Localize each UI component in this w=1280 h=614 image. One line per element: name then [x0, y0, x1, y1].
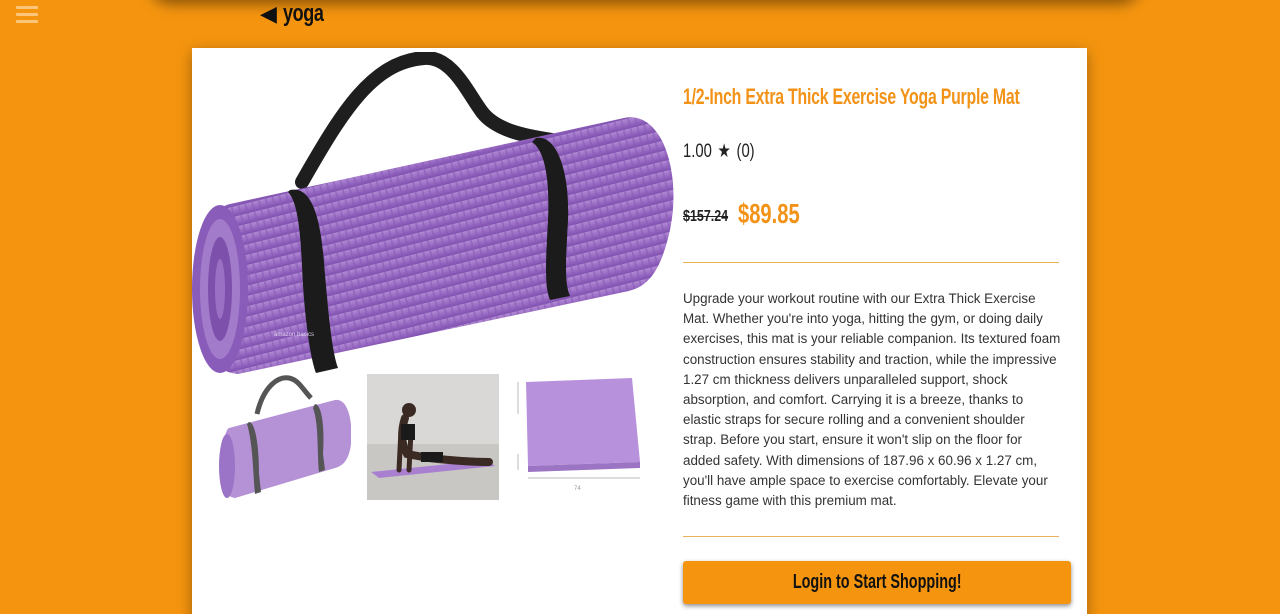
star-icon: ★ [717, 141, 731, 162]
svg-text:74: 74 [574, 486, 581, 492]
divider [683, 262, 1059, 263]
hamburger-menu-icon[interactable] [16, 6, 38, 24]
back-triangle-icon: ◀ [260, 1, 277, 26]
rating-count: (0) [736, 141, 755, 162]
thumbnail-person-yoga[interactable] [367, 374, 499, 500]
product-gallery: amazon basics 74 [192, 48, 674, 608]
sale-price: $89.85 [738, 198, 800, 229]
back-to-category-link[interactable]: ◀ yoga [260, 0, 337, 28]
login-button-label: Login to Start Shopping! [792, 571, 962, 593]
product-title: 1/2-Inch Extra Thick Exercise Yoga Purpl… [683, 84, 1020, 109]
divider [683, 536, 1059, 537]
thumbnail-mat-dimensions[interactable]: 74 [512, 374, 644, 500]
product-card: amazon basics 74 1/2-Inch Extra Thick Ex… [192, 48, 1087, 614]
thumbnail-mat-strap[interactable] [219, 374, 351, 500]
main-product-image: amazon basics [192, 52, 674, 374]
svg-text:amazon basics: amazon basics [274, 332, 314, 338]
rating-value: 1.00 [683, 141, 712, 162]
original-price: $157.24 [683, 208, 729, 225]
login-to-shop-button[interactable]: Login to Start Shopping! [683, 561, 1071, 604]
product-description: Upgrade your workout routine with our Ex… [683, 291, 1061, 509]
category-label: yoga [282, 0, 324, 27]
product-page: ◀ yoga amazon basics 74 1/2-Inch Extra T… [0, 0, 1280, 614]
product-rating: 1.00 ★ (0) [683, 140, 755, 163]
